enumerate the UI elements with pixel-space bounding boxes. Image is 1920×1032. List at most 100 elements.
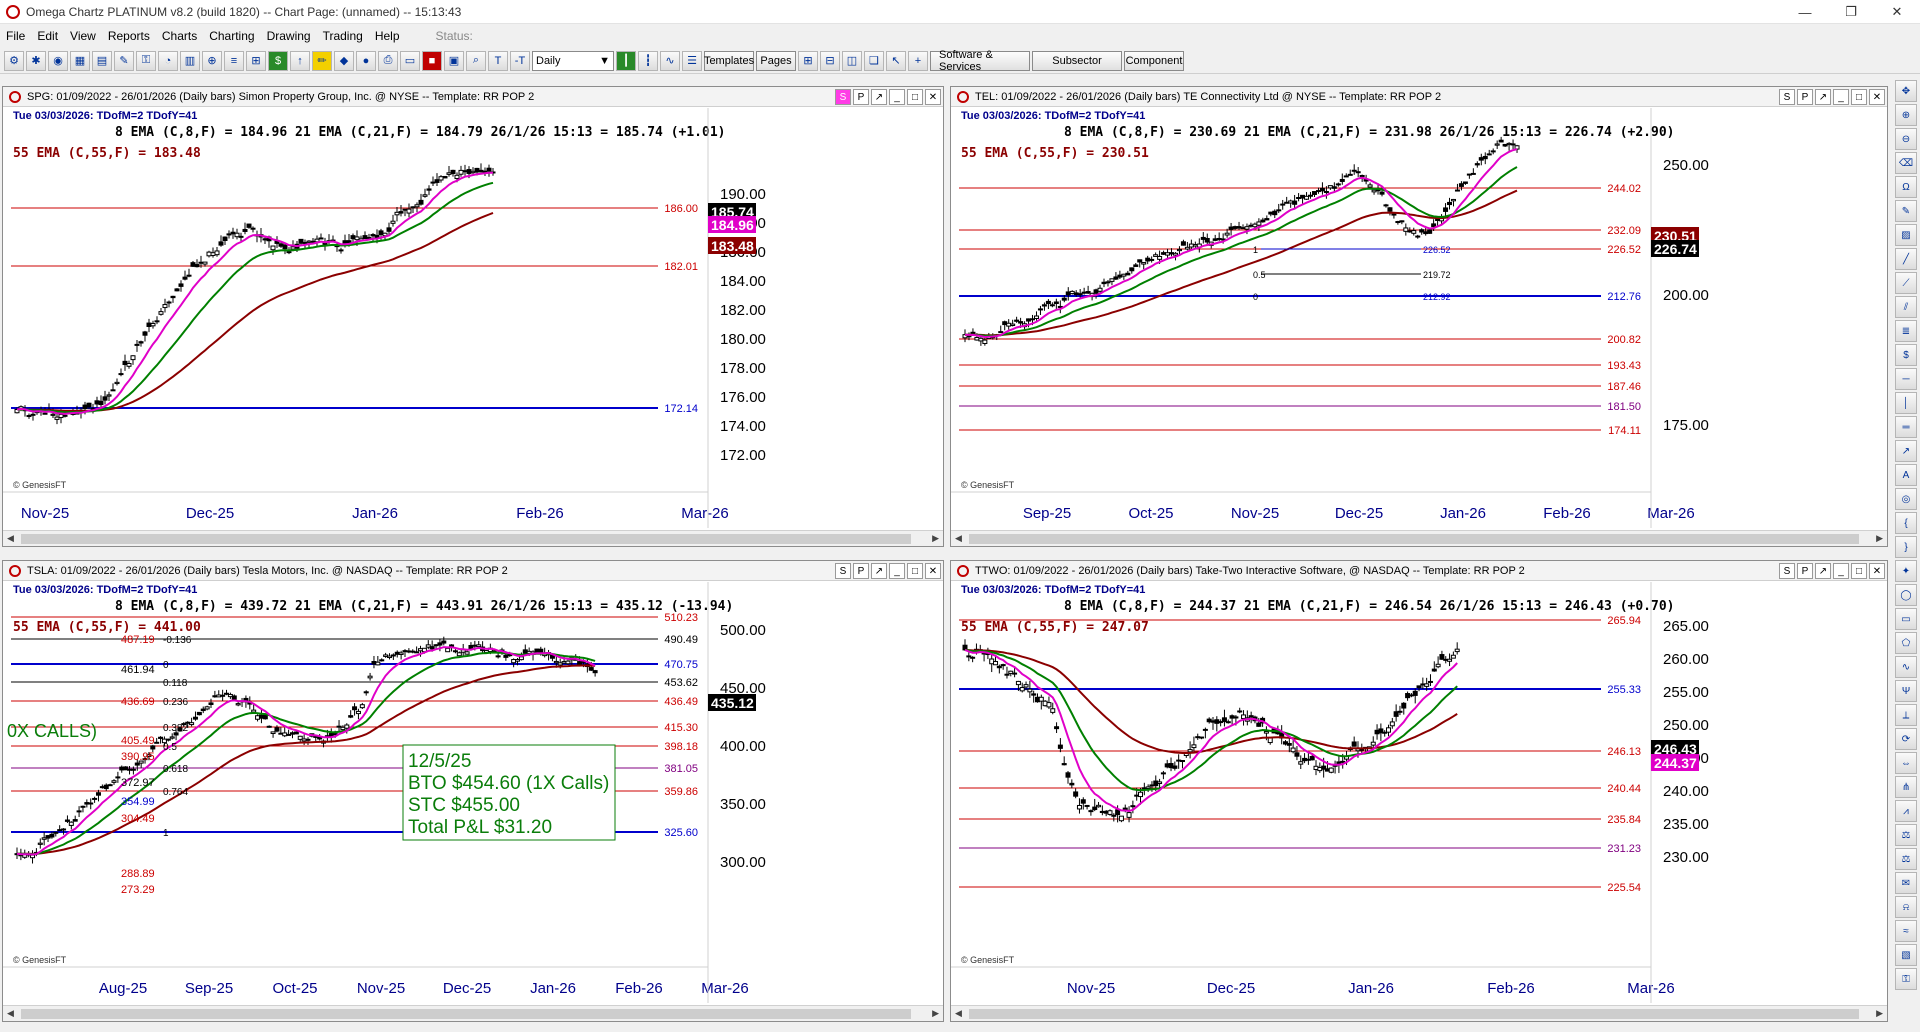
trade-icon[interactable]: $ xyxy=(268,50,288,71)
cycle-icon[interactable]: ⟳ xyxy=(1895,728,1917,750)
image-icon[interactable]: ▨ xyxy=(1895,224,1917,246)
p-button[interactable]: P xyxy=(1797,89,1813,105)
vline-icon[interactable]: │ xyxy=(1895,392,1917,414)
brace-icon[interactable]: { xyxy=(1895,512,1917,534)
chart-window-spg[interactable]: SPG: 01/09/2022 - 26/01/2026 (Daily bars… xyxy=(2,86,944,547)
arrow-up-icon[interactable]: ↑ xyxy=(290,50,310,71)
eraser-icon[interactable]: ⌫ xyxy=(1895,152,1917,174)
note-icon[interactable]: ✉ xyxy=(1895,872,1917,894)
close-button[interactable]: ✕ xyxy=(1874,0,1920,24)
pop-out-icon[interactable]: ↗ xyxy=(1815,563,1831,579)
price-chart[interactable]: Tue 03/03/2026: TDofM=2 TDofY=41 8 EMA (C… xyxy=(3,108,943,528)
window-icon[interactable]: ▭ xyxy=(400,50,420,71)
s-button[interactable]: S xyxy=(835,563,851,579)
close-icon[interactable]: ✕ xyxy=(925,89,941,105)
speed-icon[interactable]: ⋔ xyxy=(1895,776,1917,798)
line-chart-icon[interactable]: ∿ xyxy=(660,50,680,71)
scroll-left-icon[interactable]: ◀ xyxy=(955,1008,962,1019)
menu-edit[interactable]: Edit xyxy=(31,29,64,43)
scroll-left-icon[interactable]: ◀ xyxy=(7,533,14,544)
printer-icon[interactable]: ⎙ xyxy=(378,50,398,71)
page-cascade-icon[interactable]: ❏ xyxy=(864,50,884,71)
trendline-icon[interactable]: ╱ xyxy=(1895,248,1917,270)
ray-icon[interactable]: ⟋ xyxy=(1895,272,1917,294)
close-icon[interactable]: ✕ xyxy=(925,563,941,579)
menu-file[interactable]: File xyxy=(0,29,31,43)
key-icon[interactable]: ⚿ xyxy=(136,50,156,71)
pointer-icon[interactable]: ↖ xyxy=(886,50,906,71)
text-icon[interactable]: T xyxy=(488,50,508,71)
fib-icon[interactable]: ≣ xyxy=(1895,320,1917,342)
gauge-icon[interactable]: ◔ xyxy=(158,50,178,71)
brace2-icon[interactable]: } xyxy=(1895,536,1917,558)
page-grid-icon[interactable]: ⊞ xyxy=(798,50,818,71)
scroll-right-icon[interactable]: ▶ xyxy=(932,533,939,544)
omega-icon[interactable]: Ω xyxy=(1895,176,1917,198)
move-icon[interactable]: ✥ xyxy=(1895,80,1917,102)
subsector-button[interactable]: Subsector xyxy=(1032,50,1122,71)
menu-drawing[interactable]: Drawing xyxy=(261,29,317,43)
cross-icon[interactable]: + xyxy=(908,50,928,71)
arrow-icon[interactable]: ↗ xyxy=(1895,440,1917,462)
scroll-right-icon[interactable]: ▶ xyxy=(1876,533,1883,544)
scan-icon[interactable]: ✎ xyxy=(114,50,134,71)
pencil-icon[interactable]: ✏ xyxy=(312,50,332,71)
pen-icon[interactable]: ✎ xyxy=(1895,200,1917,222)
s-button[interactable]: S xyxy=(1779,89,1795,105)
balance-icon[interactable]: ⚖ xyxy=(1895,848,1917,870)
scale-icon[interactable]: ⚖ xyxy=(1895,824,1917,846)
red-square-icon[interactable]: ■ xyxy=(422,50,442,71)
pop-out-icon[interactable]: ↗ xyxy=(1815,89,1831,105)
close-icon[interactable]: ✕ xyxy=(1869,563,1885,579)
templates-button[interactable]: Templates xyxy=(704,50,754,71)
s-button[interactable]: S xyxy=(1779,563,1795,579)
minimize-icon[interactable]: _ xyxy=(889,89,905,105)
p-button[interactable]: P xyxy=(853,563,869,579)
bar-chart-icon[interactable]: ▥ xyxy=(180,50,200,71)
horizontal-scrollbar[interactable]: ◀ ▶ xyxy=(951,1005,1887,1021)
minimize-button[interactable]: — xyxy=(1782,0,1828,24)
price-chart[interactable]: Tue 03/03/2026: TDofM=2 TDofY=41 8 EMA (C… xyxy=(951,582,1887,1003)
s-button[interactable]: S xyxy=(835,89,851,105)
symbol-icon[interactable]: ◉ xyxy=(48,50,68,71)
price-chart[interactable]: Tue 03/03/2026: TDofM=2 TDofY=41 8 EMA (C… xyxy=(951,108,1887,528)
scroll-left-icon[interactable]: ◀ xyxy=(955,533,962,544)
pitchfork-icon[interactable]: Ψ xyxy=(1895,680,1917,702)
page-tile-icon[interactable]: ⊟ xyxy=(820,50,840,71)
maximize-icon[interactable]: □ xyxy=(1851,563,1867,579)
hline2-icon[interactable]: ═ xyxy=(1895,416,1917,438)
scroll-thumb[interactable] xyxy=(969,1009,1859,1019)
circle-icon[interactable]: ● xyxy=(356,50,376,71)
restore-button[interactable]: ❐ xyxy=(1828,0,1874,24)
star-icon[interactable]: ✦ xyxy=(1895,560,1917,582)
scroll-thumb[interactable] xyxy=(21,1009,911,1019)
pages-button[interactable]: Pages xyxy=(756,50,796,71)
candle-icon[interactable]: ┃ xyxy=(616,50,636,71)
zigzag-icon[interactable]: ⩘ xyxy=(1895,800,1917,822)
close-icon[interactable]: ✕ xyxy=(1869,89,1885,105)
page-split-icon[interactable]: ◫ xyxy=(842,50,862,71)
maximize-icon[interactable]: □ xyxy=(907,563,923,579)
gann-icon[interactable]: ⟂ xyxy=(1895,704,1917,726)
text-tool-icon[interactable]: A xyxy=(1895,464,1917,486)
horizontal-scrollbar[interactable]: ◀ ▶ xyxy=(951,530,1887,546)
scroll-thumb[interactable] xyxy=(969,534,1859,544)
measure-icon[interactable]: ⇔ xyxy=(1895,752,1917,774)
scroll-right-icon[interactable]: ▶ xyxy=(1876,1008,1883,1019)
minimize-icon[interactable]: _ xyxy=(889,563,905,579)
calendar-icon[interactable]: ▦ xyxy=(70,50,90,71)
menu-view[interactable]: View xyxy=(64,29,102,43)
paint-icon[interactable]: ▧ xyxy=(1895,944,1917,966)
table-icon[interactable]: ⊞ xyxy=(246,50,266,71)
price-chart[interactable]: Tue 03/03/2026: TDofM=2 TDofY=41 8 EMA (C… xyxy=(3,582,943,1003)
wave-icon[interactable]: ≈ xyxy=(1895,920,1917,942)
p-button[interactable]: P xyxy=(853,89,869,105)
period-select[interactable]: Daily ▼ xyxy=(532,50,614,71)
tools-icon[interactable]: ✱ xyxy=(26,50,46,71)
s-icon[interactable]: $ xyxy=(1895,344,1917,366)
chart-window-tel[interactable]: TEL: 01/09/2022 - 26/01/2026 (Daily bars… xyxy=(950,86,1888,547)
settings-icon[interactable]: ⚙ xyxy=(4,50,24,71)
minimize-icon[interactable]: _ xyxy=(1833,89,1849,105)
menu-help[interactable]: Help xyxy=(369,29,406,43)
component-button[interactable]: Component xyxy=(1124,50,1184,71)
